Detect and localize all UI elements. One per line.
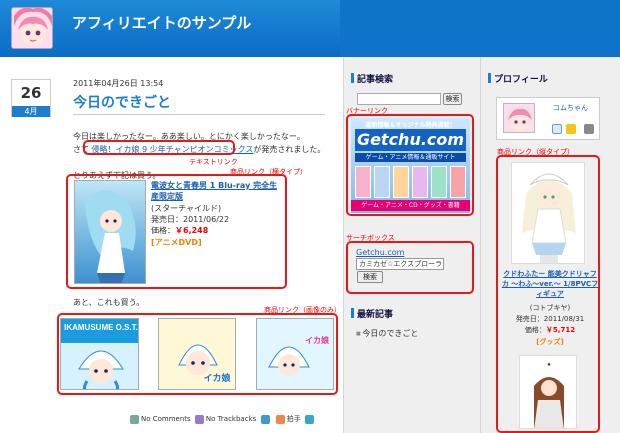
- profile-avatar[interactable]: [503, 103, 535, 133]
- product-maker: (スターチャイルド): [151, 204, 222, 213]
- cd-cover-2[interactable]: イカ娘: [158, 318, 236, 390]
- post-date-badge: 26 4月: [11, 79, 51, 117]
- trackbacks-link[interactable]: No Trackbacks: [206, 415, 256, 423]
- post-footer: No Comments No Trackbacks 拍手: [128, 414, 316, 424]
- svg-text:●: ●: [547, 362, 551, 368]
- column-divider: [480, 57, 481, 433]
- post-month: 4月: [12, 106, 50, 117]
- banner-thumb: [412, 166, 428, 198]
- banner-top-text: 最新情報＆オリジナル特典満載！: [365, 122, 456, 129]
- column-divider: [343, 57, 344, 433]
- search-button[interactable]: 検索: [443, 93, 462, 105]
- cd-cover-3-title: イカ娘: [305, 335, 330, 345]
- product-title-link[interactable]: 電波女と青春男 1 Blu-ray 完全生産限定版: [151, 180, 281, 202]
- banner-subtitle: ゲーム・アニメ情報＆通販サイト: [355, 153, 466, 162]
- also-line: あと、これも買う。: [73, 298, 145, 307]
- figure-image[interactable]: [511, 162, 585, 264]
- game-cover-icon: ●: [520, 356, 576, 428]
- getchu-link[interactable]: Getchu.com: [356, 248, 404, 257]
- banner-logo: Getchu.com: [355, 129, 466, 151]
- banner-strip: ゲーム・アニメ・CD・グッズ・書籍: [351, 200, 470, 211]
- title-divider: [73, 114, 325, 115]
- cd-cover-3[interactable]: イカ娘: [256, 318, 334, 390]
- banner-thumb: [450, 166, 466, 198]
- site-title[interactable]: アフィリエイトのサンプル: [72, 12, 251, 33]
- text-link-annotation: テキストリンク: [189, 158, 238, 166]
- price-label: 価格：: [524, 326, 546, 334]
- character-logo-icon: [12, 8, 52, 48]
- clap-link[interactable]: 拍手: [287, 415, 301, 423]
- banner-thumb: [355, 166, 371, 198]
- figure-price-line: 価格：￥5,712: [500, 325, 600, 335]
- product-price-line: 価格：￥6,248: [151, 225, 208, 236]
- site-header: アフィリエイトのサンプル: [0, 0, 620, 57]
- share-icon[interactable]: [260, 414, 270, 424]
- price-label: 価格：: [151, 226, 175, 235]
- figure-title-link[interactable]: クドわふたー 能美クドリャフカ ～わふ～ver.～ 1/8PVCフィギュア: [500, 269, 600, 299]
- getchu-banner[interactable]: 最新情報＆オリジナル特典満載！ Getchu.com ゲーム・アニメ情報＆通販サ…: [351, 118, 470, 213]
- avatar-icon: [504, 104, 534, 132]
- recent-post-item[interactable]: 今日のできごと: [356, 328, 418, 339]
- searchbox-select[interactable]: カミカゼ☆エクスプローラー: [356, 258, 444, 270]
- clap-icon[interactable]: [275, 414, 285, 424]
- cd-cover-1-title: IKAMUSUME O.S.T.: [64, 323, 138, 332]
- figure-icon: [512, 163, 584, 263]
- second-product-image[interactable]: ●: [519, 355, 577, 429]
- banner-thumb: [431, 166, 447, 198]
- squid-girl-cover-icon: イカ娘: [257, 319, 333, 389]
- product-cover-image[interactable]: [74, 180, 146, 284]
- product-price: ￥6,248: [175, 226, 209, 235]
- product-release-date: 発売日：2011/06/22: [151, 215, 230, 224]
- anime-cover-icon: [75, 181, 145, 283]
- post-day: 26: [20, 84, 42, 102]
- search-input[interactable]: [357, 93, 441, 105]
- search-heading: 記事検索: [351, 72, 393, 85]
- site-logo[interactable]: [11, 7, 53, 49]
- text-link-highlight: [83, 140, 235, 155]
- header-right-panel: [340, 0, 620, 57]
- profile-name[interactable]: コムちゃん: [553, 103, 588, 113]
- squid-girl-cover-icon: IKAMUSUME O.S.T.: [61, 319, 138, 389]
- figure-category[interactable]: [グッズ]: [500, 337, 600, 347]
- figure-maker: (コトブキヤ): [529, 304, 571, 312]
- twitter-icon[interactable]: [304, 414, 314, 424]
- post-datetime: 2011年04月26日 13:54: [73, 79, 164, 88]
- post-title[interactable]: 今日のできごと: [73, 92, 171, 112]
- star-icon[interactable]: [566, 124, 576, 134]
- banner-thumb: [393, 166, 409, 198]
- help-icon[interactable]: [584, 124, 594, 134]
- cd-cover-2-title: イカ娘: [203, 372, 231, 384]
- product-category[interactable]: [アニメDVD]: [151, 237, 202, 248]
- cd-cover-1[interactable]: IKAMUSUME O.S.T.: [60, 318, 139, 390]
- recent-posts-heading: 最新記事: [351, 307, 393, 320]
- comments-link[interactable]: No Comments: [141, 415, 191, 423]
- squid-girl-cover-icon: イカ娘: [159, 319, 235, 389]
- searchbox-button[interactable]: 検索: [357, 271, 383, 283]
- para-suffix: が発売されました。: [253, 145, 326, 154]
- banner-thumb: [374, 166, 390, 198]
- figure-release-date: 発売日：2011/08/31: [515, 315, 585, 323]
- comment-icon: [130, 414, 139, 424]
- mail-icon[interactable]: [552, 124, 562, 134]
- trackback-icon: [194, 414, 204, 424]
- profile-heading: プロフィール: [488, 72, 548, 85]
- figure-price: ￥5,712: [545, 326, 576, 334]
